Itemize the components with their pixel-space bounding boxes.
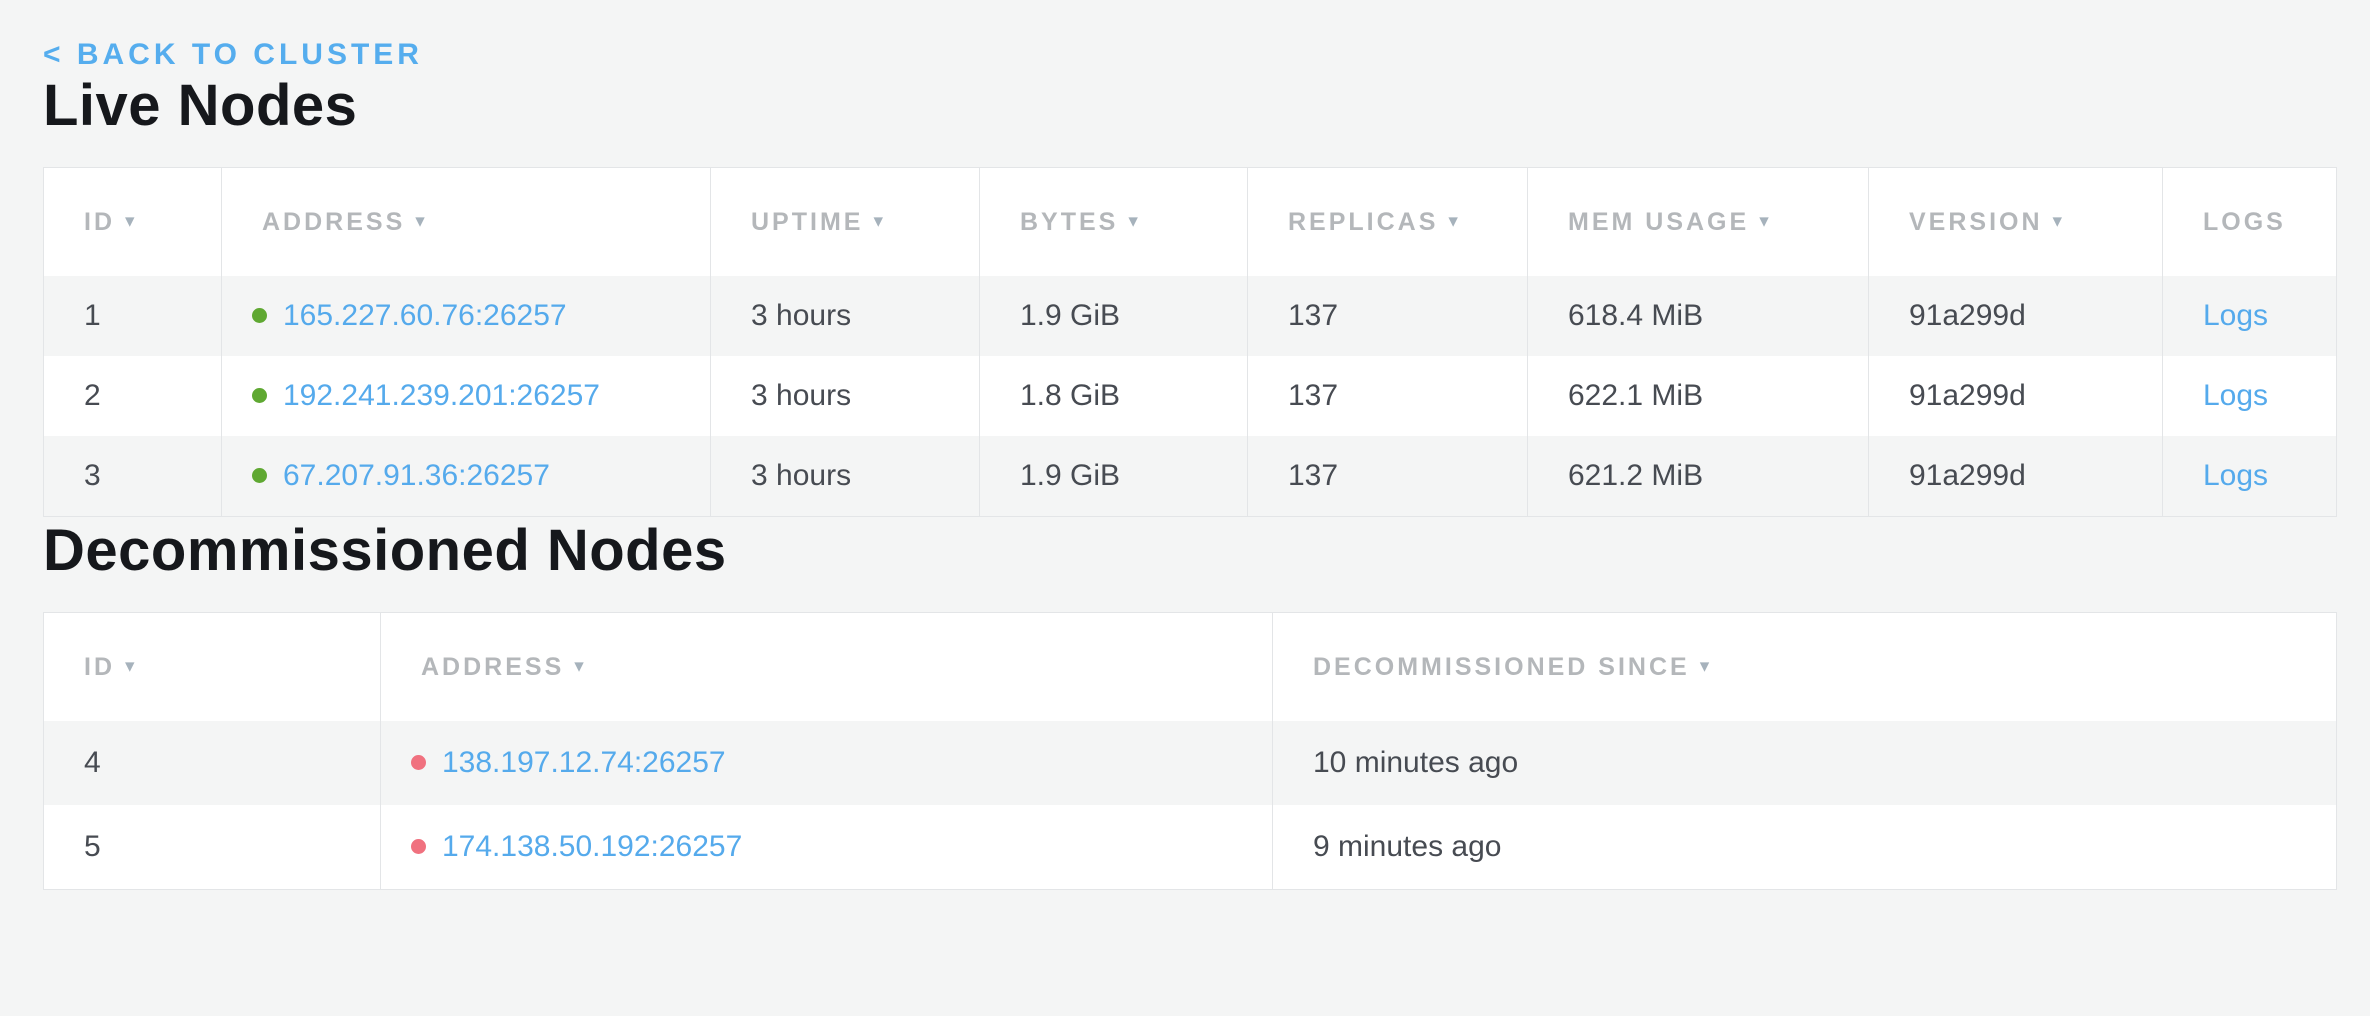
column-header-id[interactable]: ID ▾ — [44, 168, 222, 277]
column-header-uptime[interactable]: UPTIME ▾ — [711, 168, 980, 277]
column-header-address[interactable]: ADDRESS ▾ — [381, 613, 1273, 722]
node-address-cell: 192.241.239.201:26257 — [222, 356, 711, 436]
node-address-cell: 138.197.12.74:26257 — [381, 721, 1273, 805]
node-mem-usage-cell: 618.4 MiB — [1528, 276, 1869, 356]
column-header-label: DECOMMISSIONED SINCE — [1313, 653, 1690, 681]
node-address-link[interactable]: 174.138.50.192:26257 — [442, 830, 742, 863]
node-uptime-cell: 3 hours — [711, 276, 980, 356]
table-row-node-4: 4 138.197.12.74:26257 10 minutes ago — [44, 721, 2337, 805]
column-header-label: UPTIME — [751, 208, 863, 236]
decommissioned-since-cell: 10 minutes ago — [1273, 721, 2337, 805]
node-logs-link[interactable]: Logs — [2203, 299, 2268, 332]
node-id-cell: 2 — [44, 356, 222, 436]
node-bytes-cell: 1.9 GiB — [980, 276, 1248, 356]
sort-arrow-icon: ▾ — [1448, 210, 1458, 233]
node-mem-usage-cell: 622.1 MiB — [1528, 356, 1869, 436]
column-header-label: ID — [84, 208, 115, 236]
column-header-bytes[interactable]: BYTES ▾ — [980, 168, 1248, 277]
live-status-dot-icon — [252, 468, 267, 483]
node-version-cell: 91a299d — [1869, 356, 2163, 436]
node-version-cell: 91a299d — [1869, 276, 2163, 356]
decommissioned-header-row: ID ▾ ADDRESS ▾ DECOMMISSIONED SINCE ▾ — [44, 613, 2337, 722]
node-id-cell: 3 — [44, 436, 222, 517]
node-mem-usage-cell: 621.2 MiB — [1528, 436, 1869, 517]
column-header-address[interactable]: ADDRESS ▾ — [222, 168, 711, 277]
column-header-logs: LOGS — [2163, 168, 2337, 277]
sort-arrow-icon: ▾ — [415, 210, 425, 233]
node-uptime-cell: 3 hours — [711, 436, 980, 517]
live-status-dot-icon — [252, 388, 267, 403]
node-id-cell: 5 — [44, 805, 381, 890]
decommissioned-since-cell: 9 minutes ago — [1273, 805, 2337, 890]
live-status-dot-icon — [252, 308, 267, 323]
column-header-label: ADDRESS — [262, 208, 405, 236]
decommissioned-nodes-table: ID ▾ ADDRESS ▾ DECOMMISSIONED SINCE ▾ 4 138… — [43, 612, 2337, 890]
node-uptime-cell: 3 hours — [711, 356, 980, 436]
column-header-label: ADDRESS — [421, 653, 564, 681]
node-bytes-cell: 1.9 GiB — [980, 436, 1248, 517]
column-header-id[interactable]: ID ▾ — [44, 613, 381, 722]
node-logs-link[interactable]: Logs — [2203, 459, 2268, 492]
sort-arrow-icon: ▾ — [125, 655, 135, 678]
node-replicas-cell: 137 — [1248, 436, 1528, 517]
node-version-cell: 91a299d — [1869, 436, 2163, 517]
node-logs-cell: Logs — [2163, 276, 2337, 356]
table-row-node-5: 5 174.138.50.192:26257 9 minutes ago — [44, 805, 2337, 890]
live-nodes-table: ID ▾ ADDRESS ▾ UPTIME ▾ BYTES ▾ REPLICAS ▾ ME… — [43, 167, 2337, 517]
node-replicas-cell: 137 — [1248, 356, 1528, 436]
node-address-link[interactable]: 165.227.60.76:26257 — [283, 299, 567, 332]
table-row-node-1: 1 165.227.60.76:26257 3 hours 1.9 GiB 13… — [44, 276, 2337, 356]
node-logs-link[interactable]: Logs — [2203, 379, 2268, 412]
sort-arrow-icon: ▾ — [1700, 655, 1710, 678]
table-row-node-2: 2 192.241.239.201:26257 3 hours 1.8 GiB … — [44, 356, 2337, 436]
decommissioned-status-dot-icon — [411, 755, 426, 770]
node-id-cell: 1 — [44, 276, 222, 356]
node-address-cell: 174.138.50.192:26257 — [381, 805, 1273, 890]
column-header-label: ID — [84, 653, 115, 681]
sort-arrow-icon: ▾ — [125, 210, 135, 233]
node-address-link[interactable]: 192.241.239.201:26257 — [283, 379, 600, 412]
sort-arrow-icon: ▾ — [873, 210, 883, 233]
sort-arrow-icon: ▾ — [574, 655, 584, 678]
node-replicas-cell: 137 — [1248, 276, 1528, 356]
sort-arrow-icon: ▾ — [1759, 210, 1769, 233]
column-header-replicas[interactable]: REPLICAS ▾ — [1248, 168, 1528, 277]
sort-arrow-icon: ▾ — [2053, 210, 2063, 233]
column-header-label: BYTES — [1020, 208, 1118, 236]
node-id-cell: 4 — [44, 721, 381, 805]
decommissioned-nodes-title: Decommissioned Nodes — [43, 517, 2336, 584]
sort-arrow-icon: ▾ — [1128, 210, 1138, 233]
node-logs-cell: Logs — [2163, 436, 2337, 517]
live-nodes-title: Live Nodes — [43, 72, 2336, 139]
back-to-cluster-link[interactable]: < BACK TO CLUSTER — [43, 38, 423, 72]
node-address-link[interactable]: 138.197.12.74:26257 — [442, 746, 726, 779]
decommissioned-status-dot-icon — [411, 839, 426, 854]
node-address-cell: 67.207.91.36:26257 — [222, 436, 711, 517]
column-header-mem-usage[interactable]: MEM USAGE ▾ — [1528, 168, 1869, 277]
table-row-node-3: 3 67.207.91.36:26257 3 hours 1.9 GiB 137… — [44, 436, 2337, 517]
column-header-label: MEM USAGE — [1568, 208, 1749, 236]
column-header-version[interactable]: VERSION ▾ — [1869, 168, 2163, 277]
column-header-label: VERSION — [1909, 208, 2043, 236]
column-header-label: LOGS — [2203, 208, 2286, 236]
node-logs-cell: Logs — [2163, 356, 2337, 436]
live-nodes-header-row: ID ▾ ADDRESS ▾ UPTIME ▾ BYTES ▾ REPLICAS ▾ ME… — [44, 168, 2337, 277]
node-bytes-cell: 1.8 GiB — [980, 356, 1248, 436]
node-address-cell: 165.227.60.76:26257 — [222, 276, 711, 356]
column-header-decommissioned-since[interactable]: DECOMMISSIONED SINCE ▾ — [1273, 613, 2337, 722]
node-address-link[interactable]: 67.207.91.36:26257 — [283, 459, 550, 492]
column-header-label: REPLICAS — [1288, 208, 1438, 236]
